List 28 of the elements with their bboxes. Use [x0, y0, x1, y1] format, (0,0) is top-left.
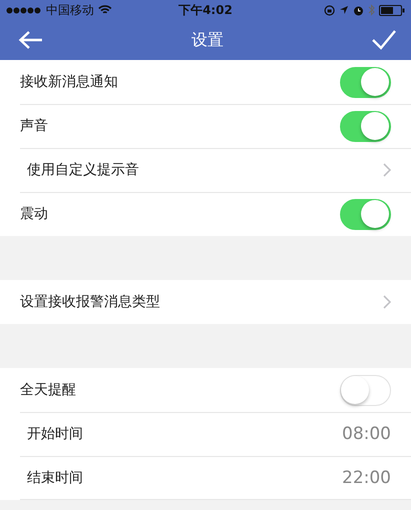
toggle-switch[interactable]	[340, 374, 391, 406]
toggle-switch[interactable]	[340, 110, 391, 142]
carrier-name: 中国移动	[46, 2, 94, 18]
setting-label: 开始时间	[27, 425, 83, 443]
chevron-icon[interactable]	[383, 295, 391, 309]
setting-label: 使用自定义提示音	[27, 161, 139, 179]
signal-icon	[6, 6, 42, 14]
time-value[interactable]: 22:00	[342, 468, 391, 488]
chevron-icon[interactable]	[383, 163, 391, 177]
alarm-icon	[353, 4, 364, 16]
battery-icon	[379, 4, 405, 16]
lock-rotation-icon	[324, 4, 335, 16]
setting-label: 结束时间	[27, 469, 83, 487]
setting-label: 震动	[20, 205, 48, 223]
time-value[interactable]: 08:00	[342, 424, 391, 444]
wifi-icon	[98, 5, 112, 15]
toggle-switch[interactable]	[340, 66, 391, 98]
bluetooth-icon	[368, 4, 375, 16]
setting-label: 声音	[20, 117, 48, 135]
location-icon	[339, 5, 349, 15]
setting-label: 接收新消息通知	[20, 73, 118, 91]
toggle-switch[interactable]	[340, 198, 391, 230]
confirm-button[interactable]	[371, 29, 397, 51]
status-time: 下午4:02	[178, 2, 232, 18]
page-title: 设置	[192, 30, 224, 50]
setting-label: 全天提醒	[20, 381, 76, 399]
back-button[interactable]	[18, 30, 44, 50]
setting-label: 设置接收报警消息类型	[20, 293, 160, 311]
